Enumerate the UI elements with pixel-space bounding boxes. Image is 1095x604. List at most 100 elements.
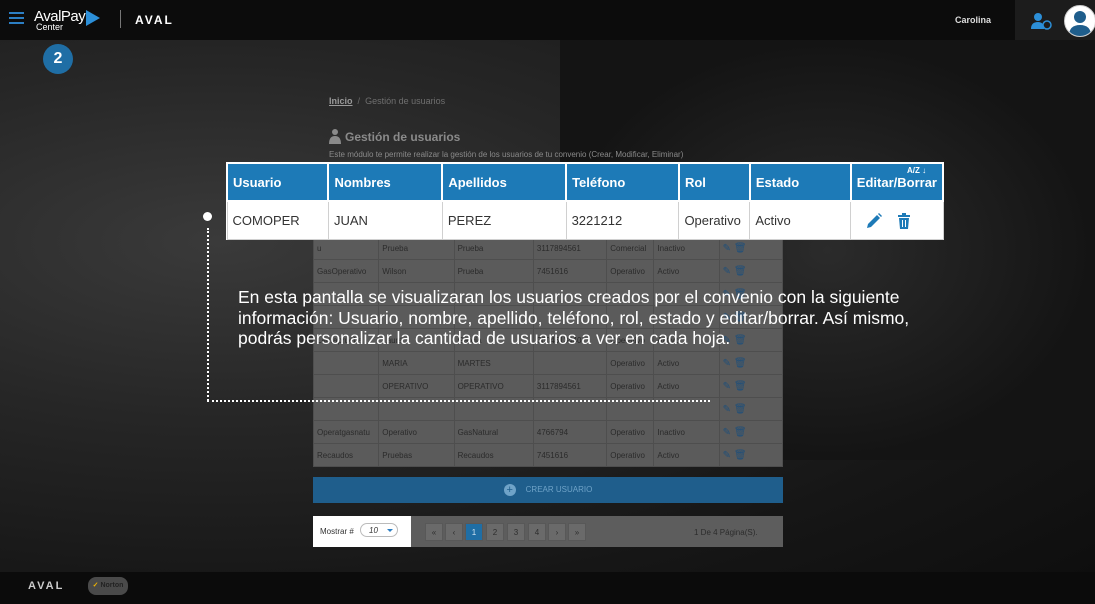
- cell-apellidos: MARTES: [453, 351, 534, 375]
- footer: [0, 572, 1095, 604]
- cell-apellidos: Recaudos: [453, 443, 534, 467]
- cell-telefono: 3221212: [565, 200, 680, 240]
- edit-icon[interactable]: ✎: [723, 404, 731, 415]
- table-row: COMOPER JUAN PEREZ 3221212 Operativo Act…: [226, 200, 944, 240]
- plus-icon: +: [503, 483, 516, 496]
- page-description: Este módulo te permite realizar la gesti…: [329, 150, 684, 159]
- column-header-telefono[interactable]: Teléfono: [565, 162, 680, 202]
- callout-horizontal-line: [207, 400, 710, 402]
- cell-estado: Activo: [653, 259, 720, 283]
- cell-rol: Operativo: [606, 443, 655, 467]
- top-bar: AvalPay Center AVAL Carolina: [0, 0, 1095, 40]
- menu-icon[interactable]: [9, 12, 24, 24]
- logo-divider: [120, 10, 121, 28]
- breadcrumb-home[interactable]: Inicio: [329, 96, 353, 106]
- cell-usuario: [312, 374, 380, 398]
- cell-rol: Operativo: [606, 374, 655, 398]
- chevron-down-icon: [387, 529, 393, 532]
- row-actions: ✎ 🗑: [718, 259, 784, 283]
- user-settings-icon[interactable]: [1030, 12, 1052, 30]
- pagination-next[interactable]: ›: [548, 523, 566, 541]
- users-table: u Prueba Prueba 3117894561 Comercial Ina…: [312, 236, 784, 467]
- pagination-page-1[interactable]: 1: [465, 523, 483, 541]
- cell-apellidos: PEREZ: [441, 200, 567, 240]
- edit-icon[interactable]: ✎: [723, 243, 731, 254]
- logo-sub: Center: [36, 22, 64, 32]
- breadcrumb-separator: /: [357, 96, 361, 106]
- pagination-last[interactable]: »: [568, 523, 586, 541]
- cell-estado: Inactivo: [653, 420, 720, 444]
- cell-nombres: Wilson: [378, 259, 455, 283]
- column-header-rol[interactable]: Rol: [677, 162, 751, 202]
- edit-icon[interactable]: ✎: [723, 266, 731, 277]
- pagination-info: 1 De 4 Página(S).: [694, 528, 758, 537]
- sort-toggle[interactable]: A/Z ↓: [907, 166, 926, 175]
- avatar-icon: [1069, 11, 1091, 36]
- column-header-usuario[interactable]: Usuario: [225, 162, 330, 202]
- logo-chevron-icon: [86, 10, 100, 26]
- cell-usuario: Recaudos: [312, 443, 380, 467]
- column-header-apellidos[interactable]: Apellidos: [441, 162, 568, 202]
- cell-estado: Activo: [653, 443, 720, 467]
- cell-rol: Operativo: [606, 259, 655, 283]
- table-row: Operatgasnatu Operativo GasNatural 47667…: [312, 420, 784, 444]
- create-user-button[interactable]: + CREAR USUARIO: [313, 477, 783, 503]
- trash-icon[interactable]: 🗑: [734, 381, 747, 392]
- table-row: OPERATIVO OPERATIVO 3117894561 Operativo…: [312, 374, 784, 398]
- cell-nombres: Pruebas: [378, 443, 455, 467]
- edit-icon[interactable]: ✎: [723, 450, 731, 461]
- row-actions: ✎ 🗑: [718, 443, 784, 467]
- trash-icon[interactable]: 🗑: [734, 358, 747, 369]
- pagination-prev[interactable]: ‹: [445, 523, 463, 541]
- edit-icon[interactable]: ✎: [723, 381, 731, 392]
- row-actions: ✎ 🗑: [718, 374, 784, 398]
- table-row: GasOperativo Wilson Prueba 7451616 Opera…: [312, 259, 784, 283]
- row-actions: [850, 200, 944, 240]
- callout-dot: [203, 212, 212, 221]
- cell-estado: Activo: [653, 374, 720, 398]
- column-header-editar-borrar: Editar/Borrar: [849, 162, 945, 202]
- cell-apellidos: GasNatural: [453, 420, 534, 444]
- trash-icon[interactable]: 🗑: [734, 266, 747, 277]
- callout-vertical-line: [207, 228, 209, 401]
- page-size-box: Mostrar # 10: [313, 516, 411, 547]
- avatar[interactable]: [1064, 5, 1095, 37]
- row-actions: ✎ 🗑: [718, 420, 784, 444]
- footer-brand: AVAL: [28, 580, 65, 592]
- page-size-select[interactable]: 10: [360, 523, 398, 537]
- cell-nombres: OPERATIVO: [378, 374, 455, 398]
- row-actions: ✎ 🗑: [718, 397, 784, 421]
- pagination-page-2[interactable]: 2: [486, 523, 504, 541]
- table-row: Recaudos Pruebas Recaudos 7451616 Operat…: [312, 443, 784, 467]
- create-user-label: CREAR USUARIO: [525, 485, 593, 494]
- cell-telefono: [532, 351, 608, 375]
- edit-icon[interactable]: ✎: [723, 358, 731, 369]
- column-header-nombres[interactable]: Nombres: [327, 162, 444, 202]
- trash-icon[interactable]: 🗑: [734, 243, 747, 254]
- pencil-icon[interactable]: [865, 212, 883, 230]
- breadcrumb-current: Gestión de usuarios: [365, 96, 446, 106]
- edit-icon[interactable]: ✎: [723, 427, 731, 438]
- user-name: Carolina: [955, 15, 992, 25]
- cell-nombres: MARIA: [378, 351, 455, 375]
- pagination-first[interactable]: «: [425, 523, 443, 541]
- callout-text: En esta pantalla se visualizaran los usu…: [238, 287, 910, 348]
- cell-usuario: Operatgasnatu: [312, 420, 380, 444]
- column-header-estado[interactable]: Estado: [748, 162, 852, 202]
- cell-nombres: JUAN: [327, 200, 443, 240]
- cell-usuario: [312, 351, 380, 375]
- page-size-label: Mostrar #: [320, 527, 354, 536]
- trash-icon[interactable]: 🗑: [734, 427, 747, 438]
- trash-icon[interactable]: [895, 212, 913, 230]
- cell-rol: Operativo: [606, 351, 655, 375]
- trash-icon[interactable]: 🗑: [734, 450, 747, 461]
- cell-telefono: 3117894561: [532, 374, 608, 398]
- page-title: Gestión de usuarios: [345, 130, 461, 144]
- check-icon: ✓: [92, 582, 99, 589]
- trash-icon[interactable]: 🗑: [734, 404, 747, 415]
- pagination-page-4[interactable]: 4: [528, 523, 546, 541]
- breadcrumb: Inicio / Gestión de usuarios: [329, 96, 445, 106]
- pagination-page-3[interactable]: 3: [507, 523, 525, 541]
- cell-telefono: 4766794: [532, 420, 608, 444]
- cell-usuario: COMOPER: [226, 200, 329, 240]
